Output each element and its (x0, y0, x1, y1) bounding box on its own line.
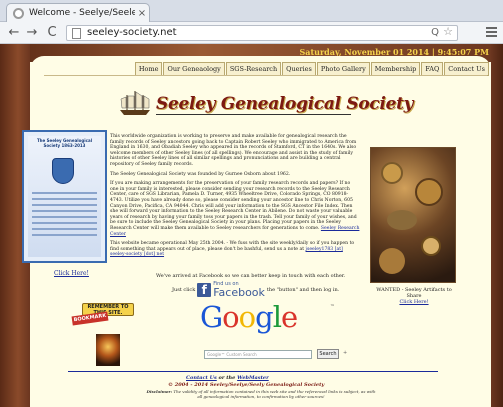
url-text: seeley-society.net (87, 27, 177, 38)
tab-close-icon[interactable]: × (135, 8, 149, 19)
bookmark-label: BOOKMARK (71, 311, 109, 326)
nav-faq[interactable]: FAQ (421, 62, 444, 76)
nav-sgs-research[interactable]: SGS-Research (225, 62, 282, 76)
paragraph: This website became operational May 25th… (110, 241, 355, 258)
nav-membership[interactable]: Membership (370, 62, 421, 76)
back-button[interactable]: ← (6, 25, 22, 41)
webmaster-link[interactable]: WebMaster (237, 375, 269, 381)
ship-icon (120, 91, 150, 115)
nav-contact-us[interactable]: Contact Us (444, 62, 489, 76)
logo-underline (156, 114, 351, 115)
facebook-icon[interactable]: f (197, 282, 212, 297)
site-logo: Seeley Genealogical Society (116, 88, 414, 118)
google-logo: Google (200, 300, 298, 334)
plus-icon[interactable]: + (343, 350, 347, 356)
zoom-icon[interactable]: Q (431, 26, 439, 40)
footer-contact: Contact Us or the WebMaster (186, 375, 269, 381)
just-click-label: Just click (172, 286, 196, 293)
copyright: © 2004 - 2014 Seeley/Seelye/Seely Geneal… (168, 382, 325, 388)
favicon-icon (13, 7, 24, 19)
paragraph: The Seeley Genealogical Society was foun… (110, 171, 291, 177)
facebook-suffix: the "button" and then log in. (266, 286, 340, 293)
remember-bookmark-badge: REMEMBER TO THIS SITE. BOOKMARK (71, 300, 136, 326)
tab-strip: Welcome - Seelye/Seeley × (0, 0, 503, 22)
logo-text: Seeley Genealogical Society (156, 94, 414, 114)
facebook-row: Just click f Find us on Facebook the "bu… (172, 281, 339, 298)
menu-icon[interactable] (486, 27, 497, 38)
candle-image (96, 334, 120, 366)
divider (44, 75, 487, 76)
paragraph: This worldwide organization is working t… (110, 134, 357, 167)
anniversary-image[interactable]: The Seeley Genealogical Society 1863-201… (22, 130, 107, 263)
facebook-button[interactable]: Find us on Facebook (213, 281, 265, 298)
google-search-input[interactable]: Google™ Custom Search (204, 350, 312, 359)
bookmark-star-icon[interactable]: ☆ (443, 25, 453, 39)
artifacts-image[interactable] (370, 147, 456, 283)
wanted-caption: WANTED - Seeley Artifacts to Share Click… (369, 287, 459, 305)
click-here-link[interactable]: Click Here! (54, 270, 89, 277)
intro-text: This worldwide organization is working t… (110, 134, 360, 262)
right-frame (491, 44, 503, 407)
disclaimer: Disclaimer: The validity of all informat… (146, 389, 376, 399)
wanted-link[interactable]: Click Here! (399, 299, 428, 305)
wanted-text: WANTED - Seeley Artifacts to Share (376, 287, 452, 299)
contact-us-link[interactable]: Contact Us (186, 375, 217, 381)
nav-queries[interactable]: Queries (282, 62, 316, 76)
facebook-intro: We've arrived at Facebook so we can bett… (156, 273, 346, 279)
toolbar: ← → C seeley-society.net Q ☆ (0, 22, 503, 44)
forward-button[interactable]: → (24, 25, 40, 41)
nav-photo-gallery[interactable]: Photo Gallery (316, 62, 370, 76)
anniversary-header: The Seeley Genealogical Society 1863-201… (36, 138, 93, 148)
address-bar[interactable]: seeley-society.net Q ☆ (66, 25, 458, 41)
page-viewport: Saturday, November 01 2014 | 9:45:07 PM … (0, 44, 503, 407)
nav-home[interactable]: Home (134, 62, 163, 76)
site-nav: Home Our Geneaology SGS-Research Queries… (134, 62, 489, 76)
google-tm: ™ (330, 304, 335, 310)
footer-divider (68, 371, 438, 372)
shield-icon (52, 158, 74, 184)
paragraph: If you are making arrangements for the p… (110, 181, 360, 237)
page-icon (72, 28, 81, 39)
nav-our-geneaology[interactable]: Our Geneaology (163, 62, 225, 76)
reload-button[interactable]: C (44, 25, 60, 41)
google-search-button[interactable]: Search (317, 349, 339, 359)
browser-tab[interactable]: Welcome - Seelye/Seeley × (6, 3, 150, 22)
tab-title: Welcome - Seelye/Seeley (29, 8, 135, 18)
facebook-label: Facebook (213, 286, 265, 299)
